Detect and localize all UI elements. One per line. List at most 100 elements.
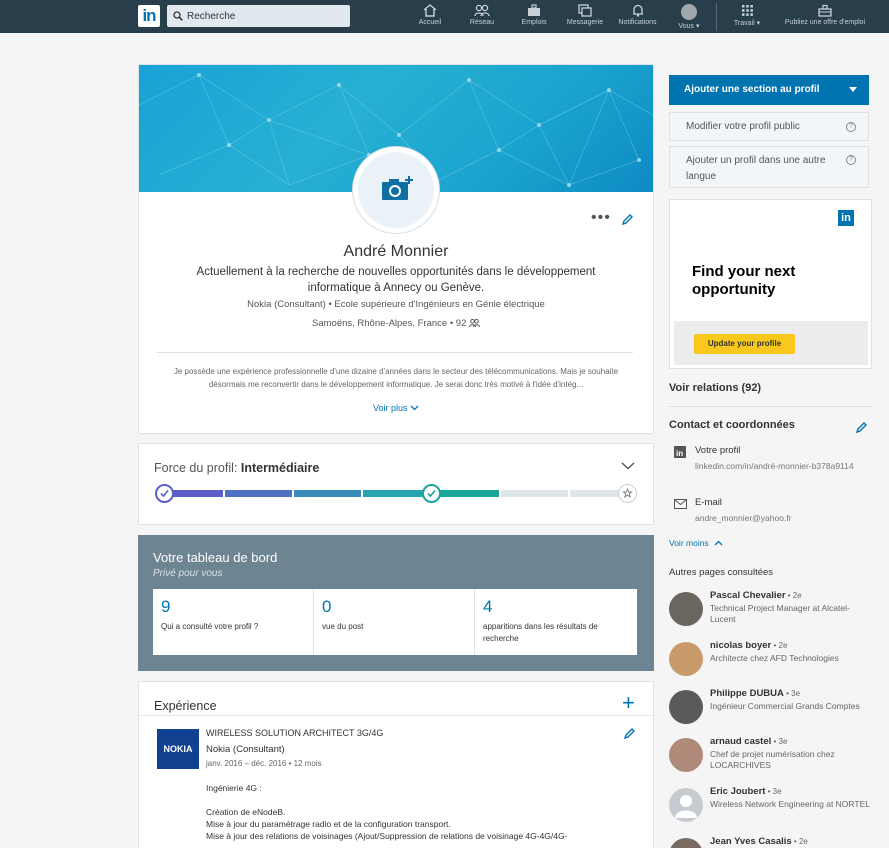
nokia-logo[interactable]: NOKIA bbox=[157, 729, 199, 769]
view-relations-link[interactable]: Voir relations (92) bbox=[669, 382, 761, 394]
nav-divider bbox=[716, 3, 717, 31]
ad-footer: Update your profile bbox=[674, 321, 868, 365]
person-name-text: Eric Joubert bbox=[710, 786, 766, 797]
avatar bbox=[669, 642, 703, 676]
avatar bbox=[669, 592, 703, 626]
connection-degree: • 3e bbox=[771, 737, 788, 746]
stat-label: vue du post bbox=[322, 622, 364, 631]
bell-icon bbox=[632, 4, 643, 17]
advertisement[interactable]: in Find your next opportunity Update you… bbox=[669, 199, 872, 369]
summary-divider bbox=[157, 352, 633, 353]
search-box[interactable] bbox=[167, 5, 350, 27]
person-name-text: arnaud castel bbox=[710, 736, 772, 747]
chevron-down-icon[interactable] bbox=[621, 462, 635, 470]
stat-search-appearances[interactable]: 4 apparitions dans les résultats de rech… bbox=[475, 589, 637, 655]
stat-post-views[interactable]: 0 vue du post bbox=[314, 589, 475, 655]
list-item-person[interactable]: Pascal Chevalier • 2e Technical Project … bbox=[669, 590, 879, 634]
strength-current-node bbox=[422, 484, 441, 503]
profile-strength-title: Force du profil: Intermédiaire bbox=[154, 461, 319, 475]
list-item-person[interactable]: arnaud castel • 3e Chef de projet numéri… bbox=[669, 736, 879, 780]
edit-contact-icon[interactable] bbox=[855, 421, 868, 434]
nav-messaging[interactable]: Messagerie bbox=[564, 3, 606, 31]
strength-goal-node bbox=[618, 484, 637, 503]
more-options-icon[interactable]: ••• bbox=[591, 209, 611, 227]
description-line: Mise à jour du paramétrage radio et de l… bbox=[206, 819, 451, 829]
experience-dates: janv. 2016 – déc. 2016 • 12 mois bbox=[206, 759, 322, 768]
add-profile-section-button[interactable]: Ajouter une section au profil bbox=[669, 75, 869, 105]
contact-profile-url[interactable]: linkedin.com/in/andré-monnier-b378a9114 bbox=[695, 460, 875, 473]
nav-network[interactable]: Réseau bbox=[462, 3, 502, 31]
see-more-label: Voir plus bbox=[372, 403, 408, 413]
experience-divider bbox=[139, 715, 653, 716]
person-name: Jean Yves Casalis • 2e bbox=[710, 836, 808, 847]
add-experience-icon[interactable]: + bbox=[622, 692, 635, 714]
chevron-up-icon bbox=[714, 540, 723, 546]
nav-post-job[interactable]: Publiez une offre d'emploi bbox=[776, 3, 874, 31]
search-icon bbox=[173, 11, 183, 21]
connection-degree: • 3e bbox=[783, 689, 801, 698]
strength-level: Intermédiaire bbox=[240, 461, 320, 475]
see-less-link[interactable]: Voir moins bbox=[669, 538, 723, 548]
nav-me[interactable]: Vous ▾ bbox=[674, 3, 704, 31]
profile-photo-placeholder[interactable] bbox=[353, 147, 439, 233]
experience-company: Nokia (Consultant) bbox=[206, 744, 285, 755]
linkedin-icon: in bbox=[674, 446, 686, 461]
stat-label: Qui a consulté votre profil ? bbox=[161, 622, 259, 631]
person-title: Wireless Network Engineering at NORTEL bbox=[710, 799, 870, 809]
profile-photo-inner bbox=[358, 152, 434, 228]
add-profile-section-label: Ajouter une section au profil bbox=[684, 84, 820, 95]
edit-public-profile-link[interactable]: Modifier votre profil public ? bbox=[669, 112, 869, 141]
search-input[interactable] bbox=[187, 7, 345, 25]
list-item-person[interactable]: Eric Joubert • 3e Wireless Network Engin… bbox=[669, 786, 879, 830]
nav-messaging-label: Messagerie bbox=[566, 19, 604, 26]
experience-card: Expérience + NOKIA WIRELESS SOLUTION ARC… bbox=[138, 681, 654, 848]
connection-degree: • 2e bbox=[791, 837, 808, 846]
nav-notifications-label: Notifications bbox=[618, 19, 657, 26]
ad-headline: Find your next opportunity bbox=[692, 263, 796, 298]
list-item-person[interactable]: Jean Yves Casalis • 2e bbox=[669, 836, 879, 848]
list-item-person[interactable]: Philippe DUBUA • 3e Ingénieur Commercial… bbox=[669, 688, 879, 732]
profile-summary: Je possède une expérience professionnell… bbox=[173, 367, 619, 389]
avatar bbox=[681, 4, 697, 20]
avatar bbox=[669, 788, 703, 822]
contact-profile-label: Votre profil bbox=[695, 445, 741, 456]
nav-post-job-label: Publiez une offre d'emploi bbox=[784, 19, 866, 26]
see-more-link[interactable]: Voir plus bbox=[139, 403, 653, 413]
edit-experience-icon[interactable] bbox=[623, 727, 636, 740]
person-name-text: nicolas boyer bbox=[710, 640, 772, 651]
dashboard-stats: 9 Qui a consulté votre profil ? 0 vue du… bbox=[153, 589, 637, 655]
nav-jobs[interactable]: Emplois bbox=[515, 3, 553, 31]
briefcase-post-icon bbox=[818, 4, 832, 17]
profile-location: Samoëns, Rhône-Alpes, France • 92 bbox=[139, 318, 653, 329]
strength-segment-4 bbox=[363, 490, 430, 497]
nav-notifications[interactable]: Notifications bbox=[613, 3, 662, 31]
contact-email-label: E-mail bbox=[695, 497, 722, 508]
profile-strength-card: Force du profil: Intermédiaire bbox=[138, 443, 654, 525]
description-line: Mise à jour des relations de voisinages … bbox=[206, 831, 568, 841]
experience-role: WIRELESS SOLUTION ARCHITECT 3G/4G bbox=[206, 728, 384, 738]
contact-email-value[interactable]: andre_monnier@yahoo.fr bbox=[695, 512, 875, 525]
update-profile-button[interactable]: Update your profile bbox=[694, 334, 795, 354]
see-less-label: Voir moins bbox=[669, 538, 709, 548]
stat-profile-views[interactable]: 9 Qui a consulté votre profil ? bbox=[153, 589, 314, 655]
nav-me-label: Vous ▾ bbox=[678, 23, 700, 30]
linkedin-logo[interactable]: in bbox=[138, 5, 160, 27]
check-icon bbox=[160, 489, 169, 498]
mail-icon bbox=[674, 498, 687, 512]
connection-degree: • 2e bbox=[785, 591, 802, 600]
star-icon bbox=[622, 487, 633, 499]
avatar bbox=[669, 738, 703, 772]
experience-title: Expérience bbox=[154, 699, 217, 713]
list-item-person[interactable]: nicolas boyer • 2e Architecte chez AFD T… bbox=[669, 640, 879, 684]
edit-profile-icon[interactable] bbox=[621, 213, 634, 226]
check-icon bbox=[427, 489, 436, 498]
sidebar-divider bbox=[669, 406, 872, 407]
person-title: Chef de projet numérisation chez LOCARCH… bbox=[710, 749, 835, 770]
person-name: arnaud castel • 3e bbox=[710, 736, 787, 747]
nav-work[interactable]: Travail ▾ bbox=[728, 3, 766, 31]
add-language-profile-link[interactable]: Ajouter un profil dans une autre langue … bbox=[669, 146, 869, 188]
person-title: Architecte chez AFD Technologies bbox=[710, 653, 839, 663]
nav-home[interactable]: Accueil bbox=[412, 3, 448, 31]
network-icon bbox=[474, 4, 490, 17]
